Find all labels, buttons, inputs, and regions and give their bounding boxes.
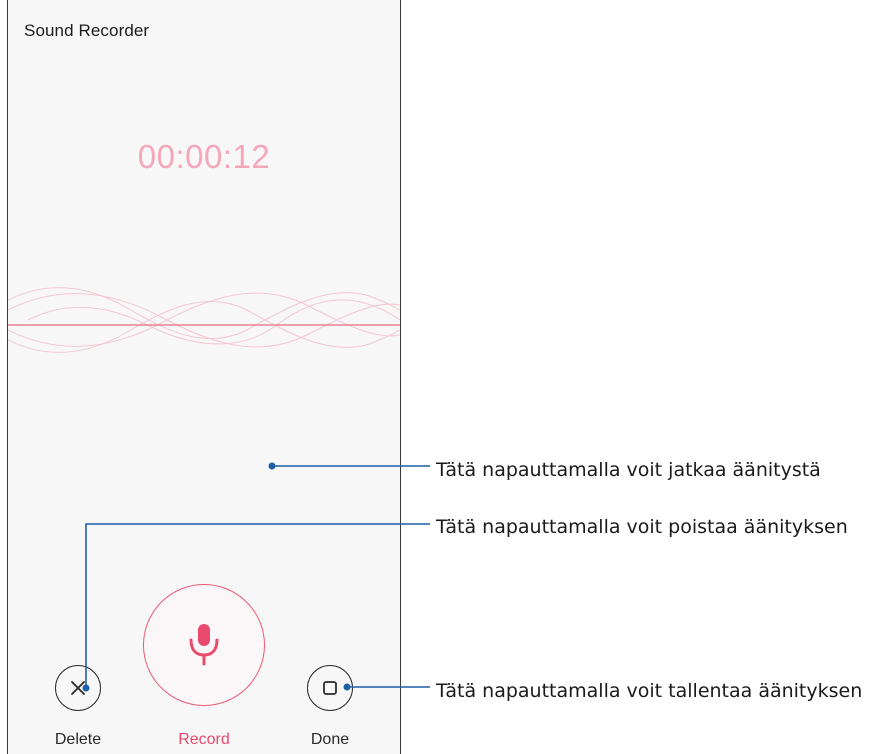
record-button[interactable] [143, 584, 265, 706]
record-label: Record [178, 731, 230, 748]
delete-button[interactable] [55, 665, 101, 711]
record-callout-text: Tätä napauttamalla voit jatkaa äänitystä [436, 459, 821, 481]
phone-screen: Sound Recorder 00:00:12 Delete Record Do [7, 0, 401, 754]
delete-label: Delete [54, 731, 102, 748]
done-callout-text: Tätä napauttamalla voit tallentaa äänity… [436, 680, 863, 702]
elapsed-timer: 00:00:12 [137, 138, 271, 175]
stop-square-icon [323, 681, 337, 695]
microphone-icon [189, 624, 219, 666]
app-title: Sound Recorder [24, 21, 150, 40]
close-icon [71, 681, 85, 695]
waveform-visualizer [8, 287, 400, 353]
delete-callout-text: Tätä napauttamalla voit poistaa äänityks… [436, 516, 848, 538]
done-label: Done [310, 731, 350, 748]
done-button[interactable] [307, 665, 353, 711]
